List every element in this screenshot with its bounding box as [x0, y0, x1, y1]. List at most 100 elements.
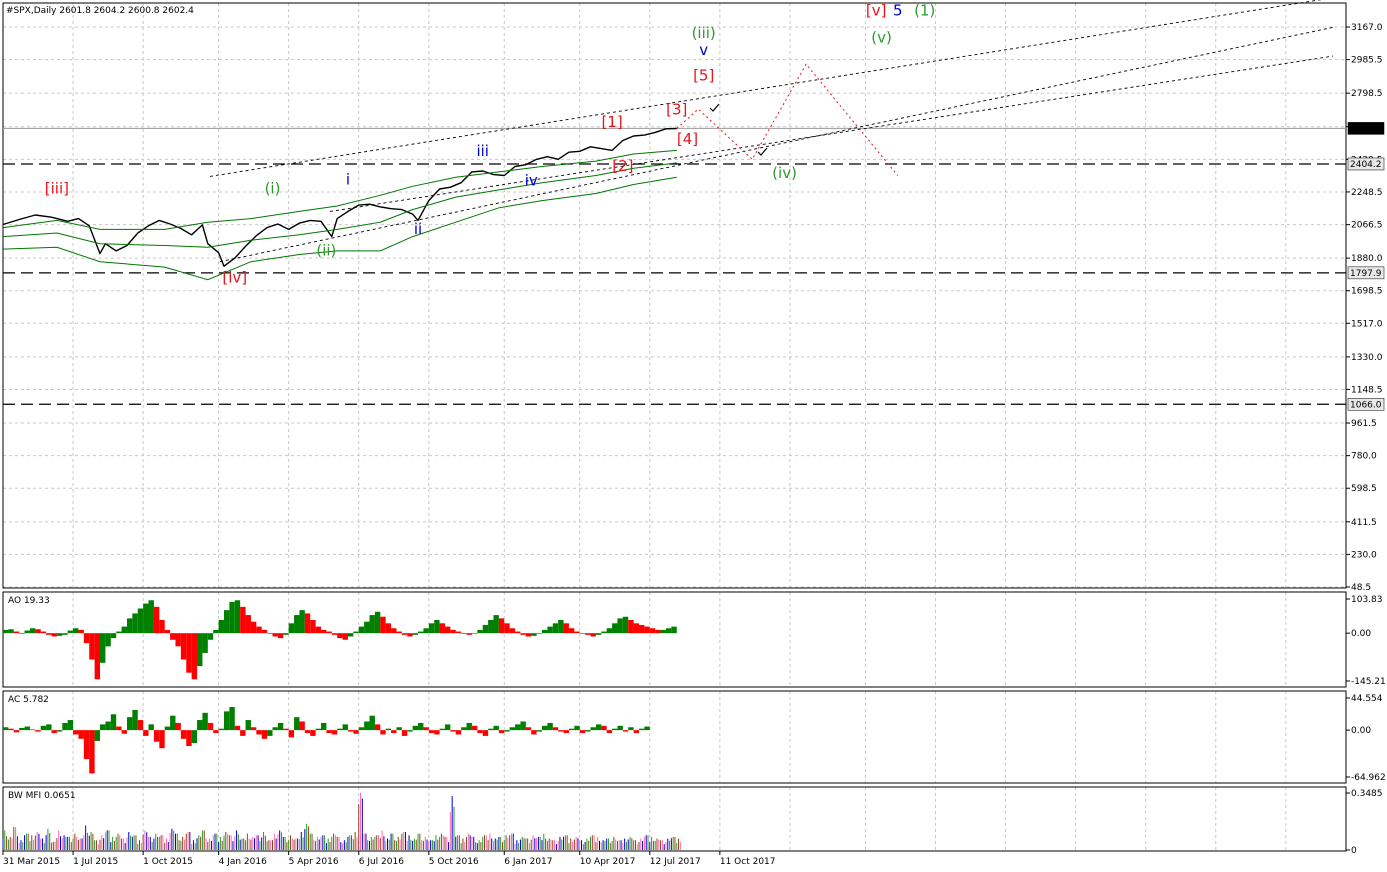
wave-label: [1]: [601, 113, 622, 131]
osc-bar: [504, 623, 510, 634]
osc-bar: [418, 631, 424, 634]
osc-bar: [277, 633, 284, 639]
level-price-label: 1066.0: [1350, 400, 1382, 410]
osc-bar: [455, 730, 462, 735]
osc-bar: [283, 633, 289, 635]
osc-bar: [110, 633, 117, 639]
osc-bar: [428, 730, 435, 734]
osc-bar: [358, 727, 365, 731]
osc-bar: [326, 631, 332, 634]
osc-bar: [558, 620, 564, 634]
osc-bar: [342, 724, 348, 731]
x-tick-label: 4 Jan 2016: [219, 857, 267, 867]
osc-bar: [197, 720, 203, 731]
osc-bar: [439, 623, 445, 634]
osc-bar: [665, 628, 672, 634]
osc-bar: [62, 722, 68, 731]
y-tick-label: 1698.5: [1351, 287, 1383, 297]
osc-bar: [100, 724, 106, 731]
osc-bar: [40, 631, 47, 634]
osc-bar: [3, 629, 9, 634]
y-tick-label: 2798.5: [1351, 89, 1383, 99]
y-tick-label: 1517.0: [1351, 319, 1383, 329]
osc-bar: [315, 728, 322, 731]
osc-bar: [132, 709, 138, 731]
osc-bar: [628, 620, 634, 634]
y-tick-label: -145.21: [1351, 677, 1386, 687]
x-tick-label: 6 Jul 2016: [359, 857, 404, 867]
osc-bar: [358, 626, 365, 634]
osc-bar: [100, 633, 106, 663]
x-tick-label: 11 Oct 2017: [720, 857, 776, 867]
y-tick-label: 0.3485: [1351, 789, 1383, 799]
osc-bar: [24, 726, 30, 731]
osc-bar: [78, 730, 84, 739]
osc-bar: [649, 628, 656, 634]
osc-bar: [595, 633, 602, 635]
osc-bar: [558, 730, 564, 732]
osc-bar: [369, 615, 375, 634]
osc-bar: [46, 724, 52, 731]
osc-bar: [121, 730, 127, 734]
osc-bar: [639, 624, 645, 634]
osc-bar: [568, 728, 575, 731]
wave-label: [iv]: [222, 268, 247, 286]
osc-bar: [267, 633, 273, 634]
osc-bar: [126, 618, 133, 634]
osc-bar: [234, 725, 241, 731]
osc-bar: [229, 601, 235, 634]
osc-bar: [466, 722, 472, 731]
osc-bar: [515, 724, 521, 731]
osc-bar: [342, 633, 348, 640]
osc-bar: [434, 730, 440, 735]
osc-bar: [3, 727, 9, 731]
wave-label: [2]: [612, 157, 633, 175]
osc-bar: [13, 631, 20, 634]
x-tick-label: 5 Oct 2016: [429, 857, 479, 867]
osc-bar: [304, 613, 311, 634]
ac-title: AC 5.782: [8, 695, 49, 705]
wave-label: [iii]: [45, 179, 69, 197]
osc-bar: [159, 730, 165, 749]
osc-bar: [418, 722, 424, 731]
chart-canvas[interactable]: [iii][iv](i)(ii)iiiiiiiv[1][2][3][4][5]v…: [0, 0, 1387, 872]
osc-bar: [396, 631, 402, 634]
osc-bar: [423, 628, 429, 634]
osc-bar: [283, 728, 289, 731]
osc-bar: [531, 633, 537, 636]
wave-label: (ii): [316, 241, 336, 259]
osc-bar: [164, 629, 171, 634]
osc-bar: [374, 724, 381, 731]
osc-bar: [261, 629, 268, 634]
osc-bar: [35, 629, 41, 634]
osc-bar: [175, 633, 181, 647]
osc-bar: [234, 600, 241, 634]
y-tick-label: 411.5: [1351, 518, 1377, 528]
osc-bar: [444, 724, 451, 731]
level-price-label: 2404.2: [1350, 160, 1382, 170]
osc-bar: [110, 714, 117, 731]
osc-bar: [655, 629, 661, 634]
osc-bar: [493, 615, 499, 634]
wave-label: (v): [871, 29, 892, 47]
osc-bar: [186, 730, 192, 747]
osc-bar: [461, 633, 467, 634]
osc-bar: [267, 730, 273, 736]
y-tick-label: -64.962: [1351, 773, 1386, 783]
osc-bar: [132, 613, 138, 634]
wave-label: ii: [414, 220, 422, 238]
osc-bar: [644, 726, 650, 731]
osc-bar: [159, 620, 165, 634]
osc-bar: [498, 730, 505, 734]
osc-bar: [24, 630, 30, 634]
osc-bar: [547, 626, 553, 634]
osc-bar: [78, 629, 84, 634]
osc-bar: [509, 628, 516, 634]
osc-bar: [29, 628, 36, 634]
osc-bar: [299, 610, 305, 634]
osc-bar: [89, 633, 95, 660]
osc-bar: [622, 730, 629, 732]
osc-bar: [622, 616, 629, 634]
osc-bar: [223, 711, 230, 731]
osc-bar: [585, 730, 591, 732]
